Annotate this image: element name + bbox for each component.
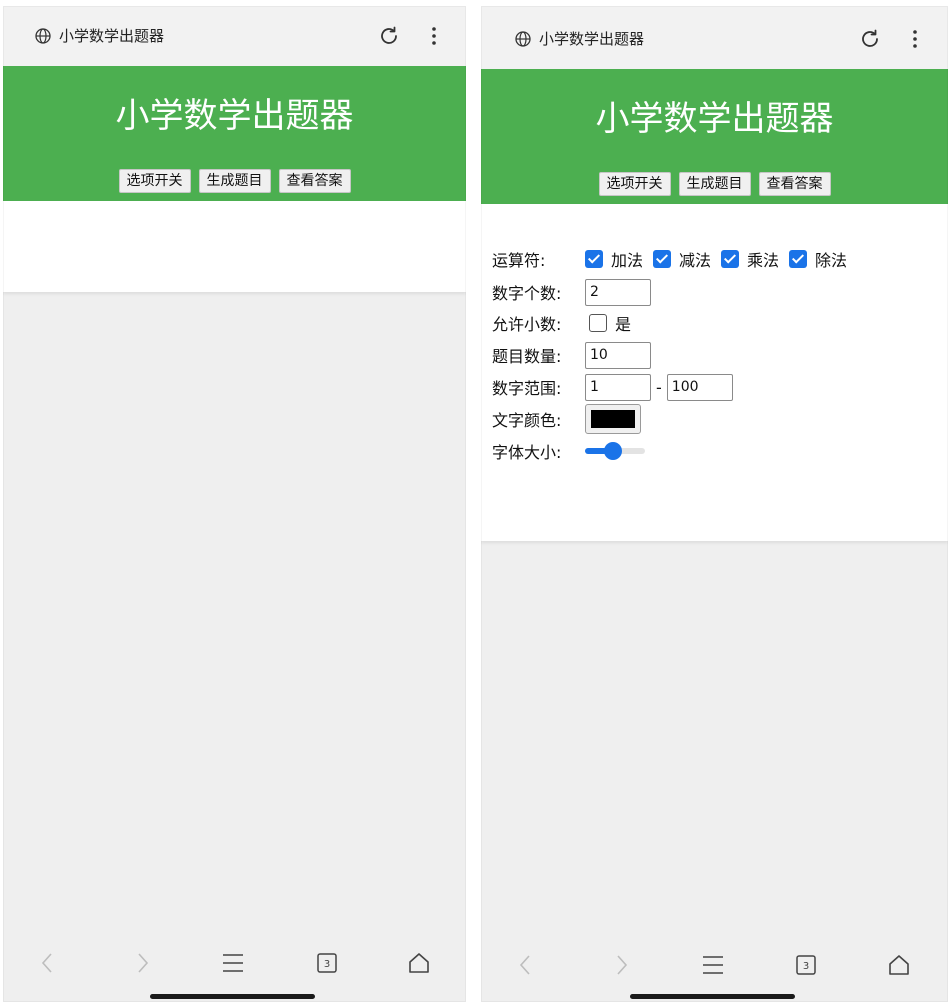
number-count-label: 数字个数: (492, 284, 562, 303)
home-icon[interactable] (406, 950, 432, 976)
number-count-row: 数字个数: 2 (492, 278, 651, 306)
slider-thumb[interactable] (603, 442, 622, 460)
globe-icon (515, 31, 531, 47)
more-vert-icon[interactable] (909, 27, 921, 51)
add-checkbox[interactable] (585, 250, 603, 268)
divide-checkbox[interactable] (789, 250, 808, 268)
text-color-picker[interactable] (585, 404, 641, 434)
forward-icon[interactable] (608, 952, 634, 978)
range-min-input[interactable]: 1 (585, 373, 651, 401)
app-header: 小学数学出题器 选项开关 生成题目 查看答案 (481, 69, 948, 204)
globe-icon (35, 28, 51, 44)
button-row: 选项开关 生成题目 查看答案 (481, 172, 948, 196)
app-title: 小学数学出题器 (595, 99, 834, 139)
reload-icon[interactable] (377, 24, 401, 48)
content-panel (3, 201, 466, 292)
browser-page-title[interactable]: 小学数学出题器 (59, 26, 164, 46)
allow-decimal-checkbox[interactable] (589, 314, 607, 332)
show-answers-button[interactable]: 查看答案 (758, 172, 831, 196)
number-count-input[interactable]: 2 (585, 278, 651, 306)
button-row: 选项开关 生成题目 查看答案 (3, 169, 466, 193)
color-swatch-fill (591, 410, 635, 428)
phone-screen-left: 小学数学出题器 小学数学出题器 选项开关 生成题目 查看答案 3 (3, 6, 466, 1002)
home-indicator-bar[interactable] (150, 994, 315, 999)
subtract-checkbox[interactable] (653, 250, 672, 268)
options-toggle-button[interactable]: 选项开关 (598, 172, 671, 196)
range-max-input[interactable]: 100 (666, 373, 733, 401)
font-size-slider[interactable] (585, 442, 645, 460)
multiply-label: 乘法 (747, 251, 780, 270)
back-icon[interactable] (513, 952, 539, 978)
number-range-row: 数字范围: 1 - 100 (492, 373, 733, 401)
options-toggle-button[interactable]: 选项开关 (118, 169, 191, 193)
generate-button[interactable]: 生成题目 (678, 172, 751, 196)
menu-lines-icon[interactable] (220, 950, 246, 976)
more-vert-icon[interactable] (428, 24, 440, 48)
tab-count: 3 (324, 959, 330, 970)
browser-address-bar[interactable]: 小学数学出题器 (3, 6, 466, 66)
browser-address-bar[interactable]: 小学数学出题器 (481, 6, 948, 69)
show-answers-button[interactable]: 查看答案 (278, 169, 351, 193)
options-panel: 运算符: 加法 减法 乘法 除法 数字个数: 2 允许小数: 是 题目数量: 1… (481, 204, 948, 541)
reload-icon[interactable] (858, 27, 882, 51)
text-color-row: 文字颜色: (492, 403, 641, 435)
forward-icon[interactable] (129, 950, 155, 976)
tabs-icon[interactable]: 3 (314, 950, 340, 976)
menu-lines-icon[interactable] (700, 952, 726, 978)
subtract-label: 减法 (679, 251, 712, 270)
add-label: 加法 (611, 251, 644, 270)
question-count-row: 题目数量: 10 (492, 341, 651, 369)
app-header: 小学数学出题器 选项开关 生成题目 查看答案 (3, 66, 466, 201)
font-size-label: 字体大小: (492, 443, 562, 462)
font-size-row: 字体大小: (492, 437, 645, 465)
divide-label: 除法 (815, 251, 848, 270)
number-range-label: 数字范围: (492, 379, 562, 398)
browser-page-title[interactable]: 小学数学出题器 (539, 29, 644, 49)
multiply-checkbox[interactable] (721, 250, 740, 268)
range-separator: - (656, 377, 662, 397)
operators-row: 运算符: 加法 减法 乘法 除法 (492, 245, 857, 273)
allow-decimal-row: 允许小数: 是 (492, 309, 641, 337)
operators-label: 运算符: (492, 251, 546, 270)
question-count-input[interactable]: 10 (585, 341, 651, 369)
phone-screen-right: 小学数学出题器 小学数学出题器 选项开关 生成题目 查看答案 运算符: 加法 减… (481, 6, 948, 1002)
question-count-label: 题目数量: (492, 347, 562, 366)
text-color-label: 文字颜色: (492, 411, 562, 430)
app-title: 小学数学出题器 (115, 96, 354, 136)
allow-decimal-label: 允许小数: (492, 315, 562, 334)
tab-count: 3 (803, 961, 809, 972)
tabs-icon[interactable]: 3 (793, 952, 819, 978)
home-icon[interactable] (886, 952, 912, 978)
generate-button[interactable]: 生成题目 (198, 169, 271, 193)
allow-decimal-option: 是 (615, 315, 632, 334)
back-icon[interactable] (35, 950, 61, 976)
home-indicator-bar[interactable] (630, 994, 795, 999)
